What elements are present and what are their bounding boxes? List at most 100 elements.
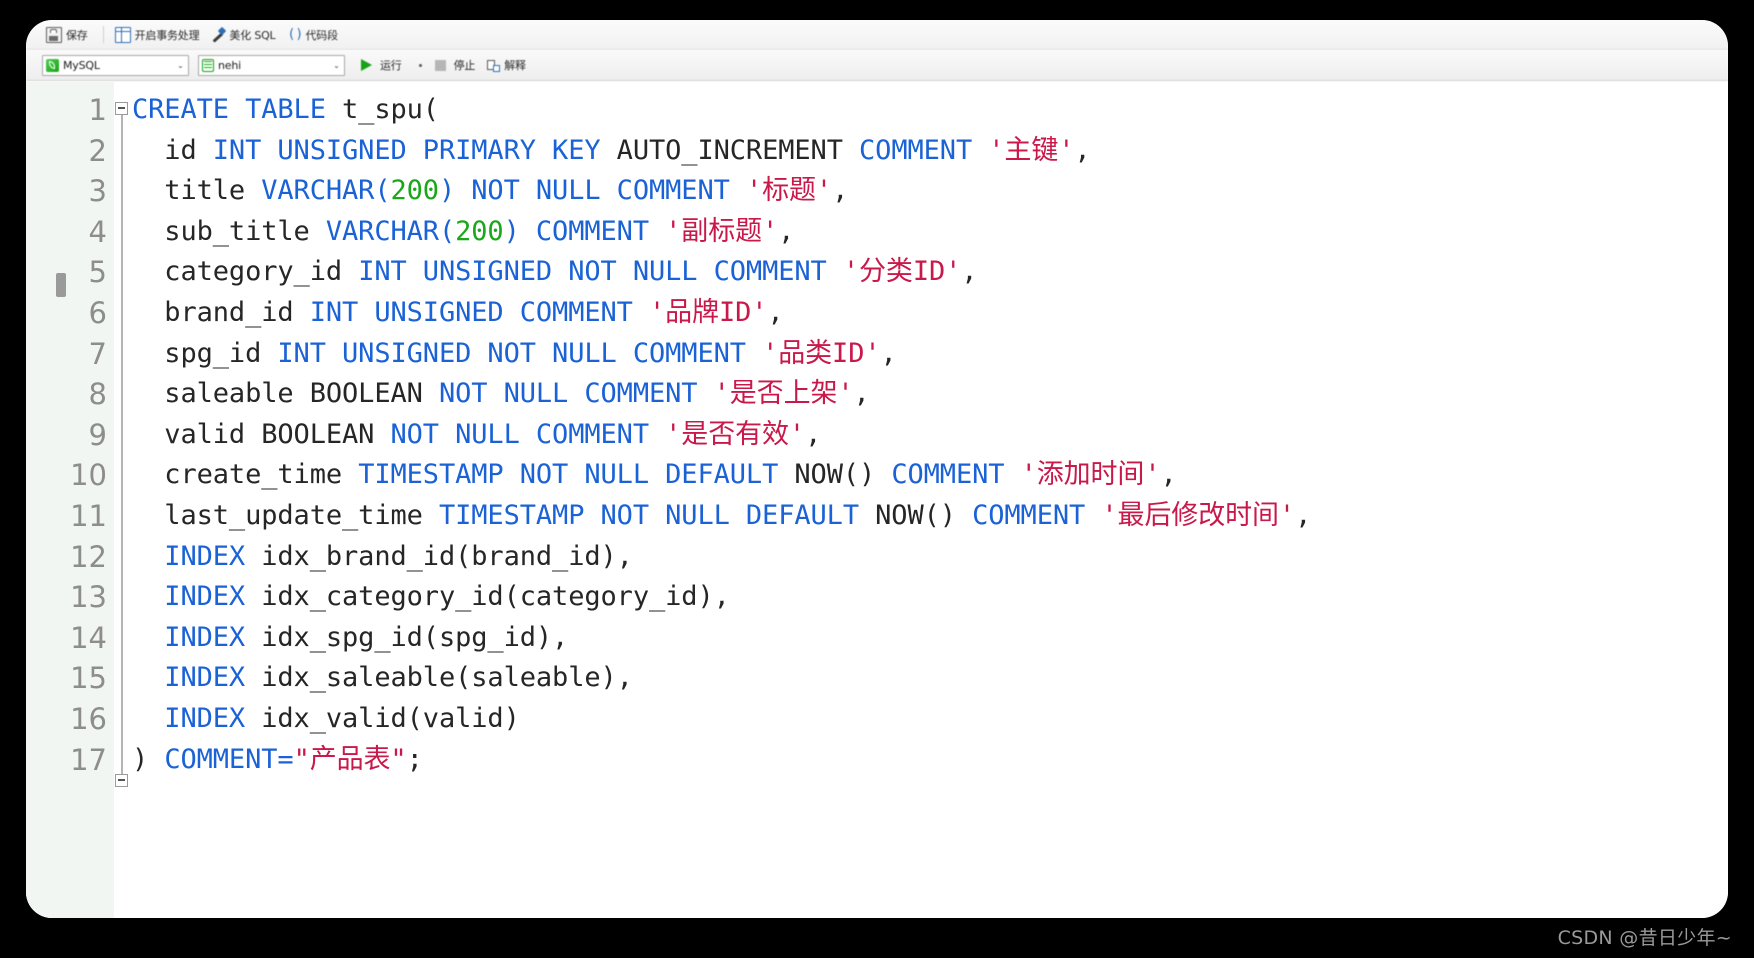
code-line[interactable]: brand_id INT UNSIGNED COMMENT '品牌ID', xyxy=(132,293,1728,334)
code-token: , xyxy=(961,256,978,288)
code-token: '最后修改时间' xyxy=(1101,499,1296,531)
code-line[interactable]: saleable BOOLEAN NOT NULL COMMENT '是否上架'… xyxy=(132,374,1728,415)
code-folding-gutter[interactable] xyxy=(114,82,132,918)
code-token: saleable BOOLEAN xyxy=(132,378,439,410)
code-token: 200 xyxy=(390,175,440,207)
code-token: idx_valid(valid) xyxy=(261,702,520,734)
code-line[interactable]: INDEX idx_brand_id(brand_id), xyxy=(132,537,1728,578)
code-token: NOT NULL COMMENT xyxy=(471,175,746,207)
explain-button[interactable]: 解释 xyxy=(483,54,534,76)
code-token: , xyxy=(853,378,870,410)
code-line[interactable]: valid BOOLEAN NOT NULL COMMENT '是否有效', xyxy=(132,415,1728,456)
code-token: CREATE TABLE xyxy=(132,94,343,125)
stop-button-label: 停止 xyxy=(453,59,476,72)
save-button[interactable]: 保存 xyxy=(42,24,96,46)
code-token: COMMENT xyxy=(891,459,1021,491)
code-token: INT UNSIGNED NOT NULL COMMENT xyxy=(358,256,843,288)
line-number-gutter: 1 2 3 4 5 6 7 8 9 10 11 12 13 14 15 16 17 xyxy=(26,82,114,918)
code-token: brand_id xyxy=(132,296,310,328)
transaction-button-label: 开启事务处理 xyxy=(134,28,200,42)
run-button-label: 运行 xyxy=(380,59,402,72)
code-token: INDEX xyxy=(132,621,262,653)
line-number: 15 xyxy=(70,661,107,696)
mysql-icon xyxy=(46,58,59,72)
parentheses-icon: () xyxy=(287,26,304,42)
run-button[interactable]: 运行 xyxy=(357,54,410,76)
code-token: INDEX xyxy=(132,540,262,572)
save-icon xyxy=(46,26,62,43)
code-line[interactable]: create_time TIMESTAMP NOT NULL DEFAULT N… xyxy=(132,455,1728,496)
fold-toggle-icon[interactable] xyxy=(115,102,128,115)
code-token: 200 xyxy=(455,215,504,247)
line-number: 10 xyxy=(70,458,107,493)
sql-code-editor[interactable]: 1 2 3 4 5 6 7 8 9 10 11 12 13 14 15 16 17 CREATE TABLE t… xyxy=(26,82,1728,918)
code-line[interactable]: ) COMMENT="产品表"; xyxy=(132,740,1728,781)
code-token: INT UNSIGNED COMMENT xyxy=(309,296,649,328)
beautify-sql-button[interactable]: 美化 SQL xyxy=(207,24,283,46)
code-token: VARCHAR xyxy=(261,175,375,207)
code-token: sub_title xyxy=(132,215,326,247)
line-number: 9 xyxy=(88,417,107,452)
line-number: 6 xyxy=(88,295,107,330)
code-token: spg_id xyxy=(132,337,278,369)
code-line[interactable]: INDEX idx_category_id(category_id), xyxy=(132,577,1728,618)
toolbar-secondary: MySQL ⌄ nehi ⌄ 运行 停止 解释 xyxy=(26,50,1728,81)
line-number: 5 xyxy=(88,255,107,290)
code-token: '是否有效' xyxy=(665,418,806,450)
line-number: 7 xyxy=(88,336,107,371)
code-token: category_id xyxy=(132,256,359,288)
code-token: last_update_time xyxy=(132,499,439,531)
scroll-thumb[interactable] xyxy=(56,273,66,297)
code-token: ) xyxy=(438,175,472,207)
connection-select-value: MySQL xyxy=(63,58,100,72)
code-line[interactable]: CREATE TABLE t_spu( xyxy=(132,90,1728,131)
code-line[interactable]: INDEX idx_valid(valid) xyxy=(132,699,1728,740)
csdn-watermark: CSDN @昔日少年~ xyxy=(1557,927,1732,949)
code-token: '添加时间' xyxy=(1020,459,1161,491)
toolbar-primary: 保存 开启事务处理 美化 SQL () 代码段 xyxy=(26,20,1728,50)
code-token: '副标题' xyxy=(665,215,779,247)
code-token: COMMENT xyxy=(972,499,1102,531)
code-token: INDEX xyxy=(132,662,262,694)
code-token: create_time xyxy=(132,459,359,491)
code-token: ( xyxy=(438,215,456,247)
code-token: ( xyxy=(374,175,391,207)
code-line[interactable]: last_update_time TIMESTAMP NOT NULL DEFA… xyxy=(132,496,1728,537)
code-token: INDEX xyxy=(132,702,262,734)
connection-select[interactable]: MySQL ⌄ xyxy=(42,54,189,76)
code-line[interactable]: INDEX idx_spg_id(spg_id), xyxy=(132,618,1728,659)
code-line[interactable]: title VARCHAR(200) NOT NULL COMMENT '标题'… xyxy=(132,171,1728,212)
code-token: '品牌ID' xyxy=(648,296,768,328)
fold-end-icon[interactable] xyxy=(115,774,128,787)
database-select[interactable]: nehi ⌄ xyxy=(198,54,345,76)
database-icon xyxy=(202,58,214,72)
wand-icon xyxy=(211,28,225,42)
code-line[interactable]: sub_title VARCHAR(200) COMMENT '副标题', xyxy=(132,212,1728,253)
code-line[interactable]: category_id INT UNSIGNED NOT NULL COMMEN… xyxy=(132,252,1728,293)
line-number: 16 xyxy=(70,701,107,736)
save-button-label: 保存 xyxy=(66,28,88,42)
code-token: COMMENT xyxy=(859,134,989,166)
code-token: , xyxy=(1295,499,1312,531)
code-token: INDEX xyxy=(132,581,262,613)
run-icon xyxy=(361,59,372,71)
code-line[interactable]: id INT UNSIGNED PRIMARY KEY AUTO_INCREME… xyxy=(132,131,1728,172)
code-token: ) xyxy=(132,743,165,775)
code-token: INT UNSIGNED PRIMARY KEY xyxy=(212,134,617,166)
line-number: 14 xyxy=(70,620,107,655)
code-line[interactable]: INDEX idx_saleable(saleable), xyxy=(132,658,1728,699)
code-token: TIMESTAMP NOT NULL DEFAULT xyxy=(358,459,795,491)
line-number: 13 xyxy=(70,580,107,615)
line-number: 8 xyxy=(88,377,107,412)
run-dropdown-icon[interactable] xyxy=(418,63,422,67)
transaction-button[interactable]: 开启事务处理 xyxy=(111,24,208,46)
code-line[interactable]: spg_id INT UNSIGNED NOT NULL COMMENT '品类… xyxy=(132,334,1728,375)
code-token: '品类ID' xyxy=(762,337,881,369)
snippet-button[interactable]: () 代码段 xyxy=(284,24,346,46)
stop-button[interactable]: 停止 xyxy=(431,54,484,76)
code-token: '标题' xyxy=(745,175,833,207)
code-token: title xyxy=(132,175,262,207)
code-content[interactable]: CREATE TABLE t_spu( id INT UNSIGNED PRIM… xyxy=(132,82,1728,918)
line-number: 3 xyxy=(88,174,107,209)
code-token: , xyxy=(1074,134,1091,166)
